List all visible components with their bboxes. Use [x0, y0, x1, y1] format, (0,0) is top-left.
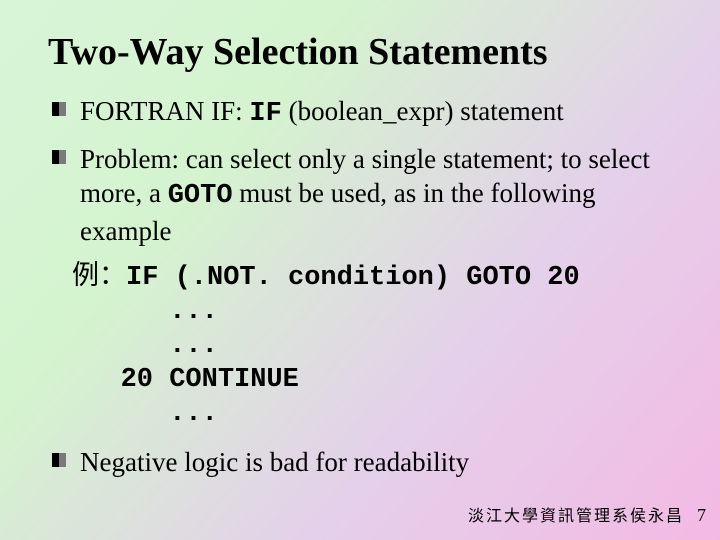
footer-attribution: 淡江大學資訊管理系侯永昌	[468, 502, 684, 526]
slide-title: Two-Way Selection Statements	[48, 30, 680, 74]
bullet-item: Problem: can select only a single statem…	[52, 142, 680, 249]
code-example: 例：IF (.NOT. condition) GOTO 20 ... ... 2…	[72, 258, 680, 431]
bullet-item: FORTRAN IF: IF (boolean_expr) statement	[52, 94, 680, 132]
page-number: 7	[697, 505, 706, 526]
code-label: 例：	[72, 260, 126, 290]
bullet-text: FORTRAN IF: IF (boolean_expr) statement	[80, 94, 680, 132]
bullet-marker-icon	[52, 100, 66, 118]
bullet-marker-icon	[52, 148, 66, 166]
bullet-marker-icon	[52, 451, 66, 469]
bullet-text: Problem: can select only a single statem…	[80, 142, 680, 249]
bullet-text: Negative logic is bad for readability	[80, 445, 680, 480]
bullet-item: Negative logic is bad for readability	[52, 445, 680, 480]
slide: Two-Way Selection Statements FORTRAN IF:…	[0, 0, 720, 540]
